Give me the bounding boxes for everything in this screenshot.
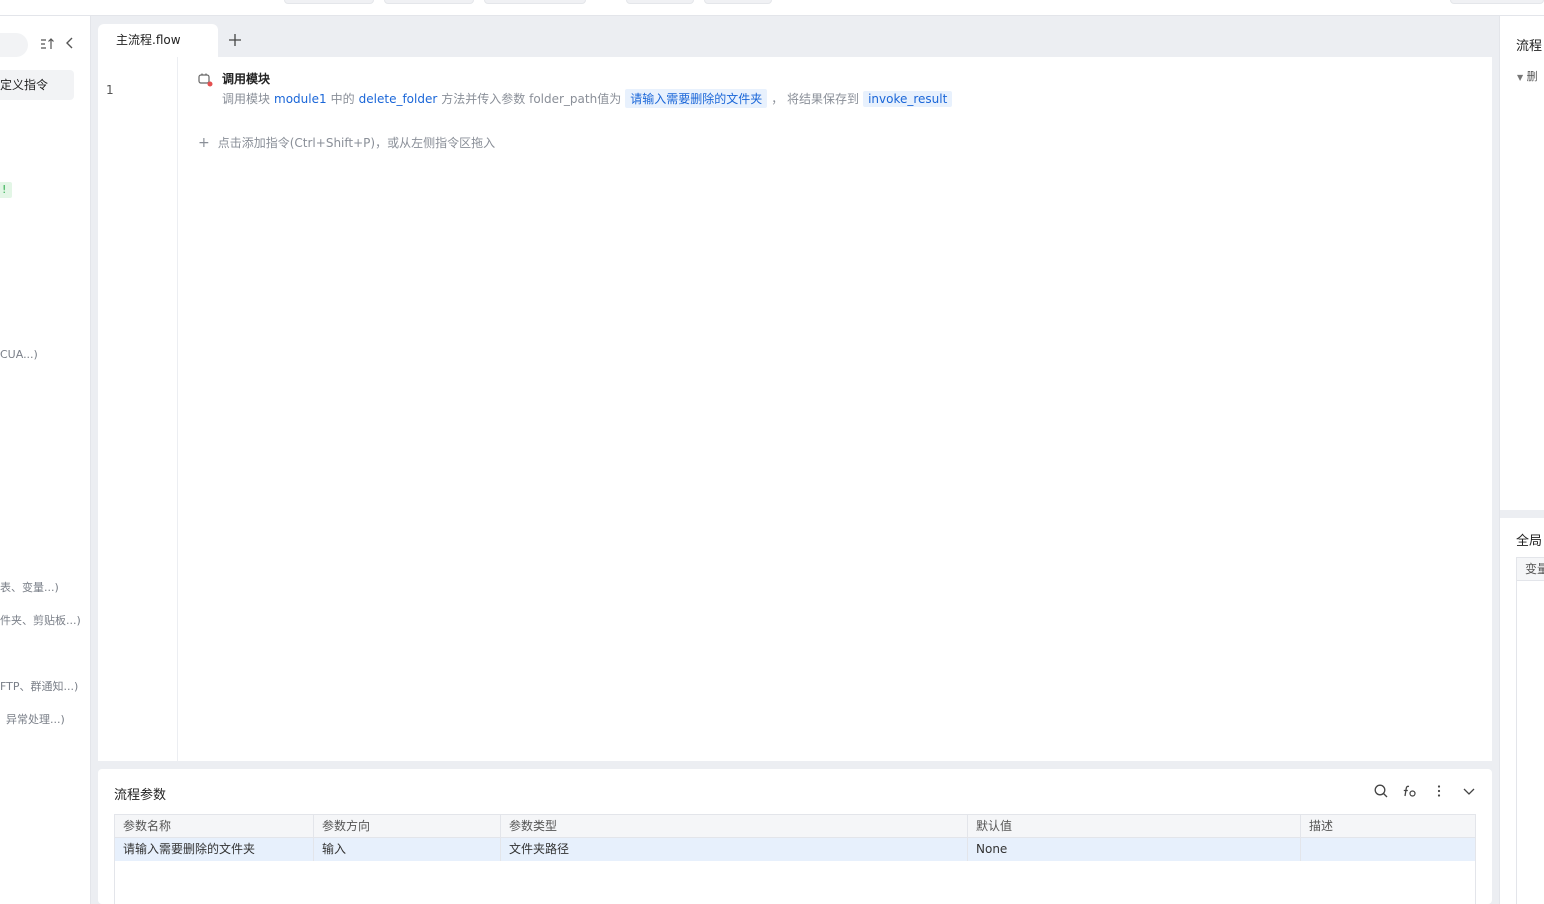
toolbar-button[interactable] <box>384 0 474 4</box>
tree-item-label: 删 <box>1526 70 1538 83</box>
param-direction-cell[interactable]: 输入 <box>314 838 501 861</box>
flow-tree-item[interactable]: ▼ 删 <box>1517 68 1538 84</box>
category-description[interactable]: 异常处理...) <box>6 711 65 727</box>
category-description[interactable]: CUA...) <box>0 348 38 361</box>
params-table: 参数名称 参数方向 参数类型 默认值 描述 请输入需要删除的文件夹 输入 文件夹… <box>114 814 1476 904</box>
param-description-cell[interactable] <box>1301 838 1475 861</box>
caret-down-icon[interactable]: ▼ <box>1517 73 1523 82</box>
right-panel: 流程 ▼ 删 全局 变量 <box>1499 16 1544 904</box>
column-header[interactable]: 变量 <box>1517 558 1544 581</box>
column-header[interactable]: 默认值 <box>968 815 1301 838</box>
command-library-panel: 定义指令 ! CUA...) 表、变量...) 件夹、剪贴板...) FTP、群… <box>0 16 91 904</box>
flow-params-panel: 流程参数 参数名称 参数方向 参数类型 默认值 描述 请输入需要删除的文件夹 输… <box>98 769 1492 904</box>
plus-icon: + <box>198 134 210 151</box>
desc-text: 方法并传入参数 folder_path值为 <box>441 92 622 106</box>
module-icon <box>196 71 214 89</box>
method-name[interactable]: delete_folder <box>359 92 438 106</box>
status-badge: ! <box>0 182 13 198</box>
command-title[interactable]: 调用模块 <box>222 70 270 87</box>
add-tab-icon[interactable] <box>227 32 243 48</box>
category-description[interactable]: 件夹、剪贴板...) <box>0 612 81 628</box>
chevron-down-icon[interactable] <box>1461 783 1477 799</box>
toolbar-button[interactable] <box>626 0 694 4</box>
toolbar-button[interactable] <box>284 0 374 4</box>
command-description[interactable]: 调用模块 module1 中的 delete_folder 方法并传入参数 fo… <box>222 89 956 108</box>
category-description[interactable]: FTP、群通知...) <box>0 678 78 694</box>
param-default-cell[interactable]: None <box>968 838 1301 861</box>
module-name[interactable]: module1 <box>274 92 327 106</box>
desc-text: 调用模块 <box>222 92 271 106</box>
toolbar-button[interactable] <box>1450 0 1544 4</box>
global-variables-table: 变量 <box>1516 557 1544 904</box>
top-toolbar <box>0 0 1544 16</box>
param-name-cell[interactable]: 请输入需要删除的文件夹 <box>115 838 314 861</box>
column-header[interactable]: 参数类型 <box>501 815 968 838</box>
sort-icon[interactable] <box>39 36 55 52</box>
category-description[interactable]: 表、变量...) <box>0 579 59 595</box>
table-header: 参数名称 参数方向 参数类型 默认值 描述 <box>115 815 1475 838</box>
table-row[interactable]: 请输入需要删除的文件夹 输入 文件夹路径 None <box>115 838 1475 861</box>
desc-text: ， 将结果保存到 <box>771 92 860 106</box>
param-type-cell[interactable]: 文件夹路径 <box>501 838 968 861</box>
custom-command-button[interactable]: 定义指令 <box>0 70 74 100</box>
flow-content[interactable]: 调用模块 调用模块 module1 中的 delete_folder 方法并传入… <box>178 57 1492 761</box>
tab-main-flow[interactable]: 主流程.flow <box>98 24 218 57</box>
column-header[interactable]: 描述 <box>1301 815 1475 838</box>
collapse-panel-icon[interactable] <box>63 35 77 51</box>
editor-tabs: 主流程.flow <box>98 24 1492 57</box>
toolbar-button[interactable] <box>484 0 586 4</box>
params-title: 流程参数 <box>114 788 167 803</box>
column-header[interactable]: 参数名称 <box>115 815 314 838</box>
result-variable-chip[interactable]: invoke_result <box>863 90 953 107</box>
desc-text: 中的 <box>330 92 355 106</box>
flow-panel-title: 流程 <box>1516 39 1543 54</box>
add-command-text: 点击添加指令(Ctrl+Shift+P)，或从左侧指令区拖入 <box>217 136 496 150</box>
more-options-icon[interactable] <box>1431 783 1447 799</box>
column-header[interactable]: 参数方向 <box>314 815 501 838</box>
command-search-input[interactable] <box>0 33 28 57</box>
toolbar-button[interactable] <box>704 0 772 4</box>
panel-divider[interactable] <box>1500 510 1544 518</box>
line-gutter: 1 <box>98 57 178 761</box>
param-value-chip[interactable]: 请输入需要删除的文件夹 <box>625 89 768 108</box>
function-icon[interactable] <box>1401 783 1417 799</box>
line-number: 1 <box>106 83 114 97</box>
search-icon[interactable] <box>1373 783 1389 799</box>
global-variables-title: 全局 <box>1516 534 1543 549</box>
add-command-hint[interactable]: + 点击添加指令(Ctrl+Shift+P)，或从左侧指令区拖入 <box>198 134 495 151</box>
